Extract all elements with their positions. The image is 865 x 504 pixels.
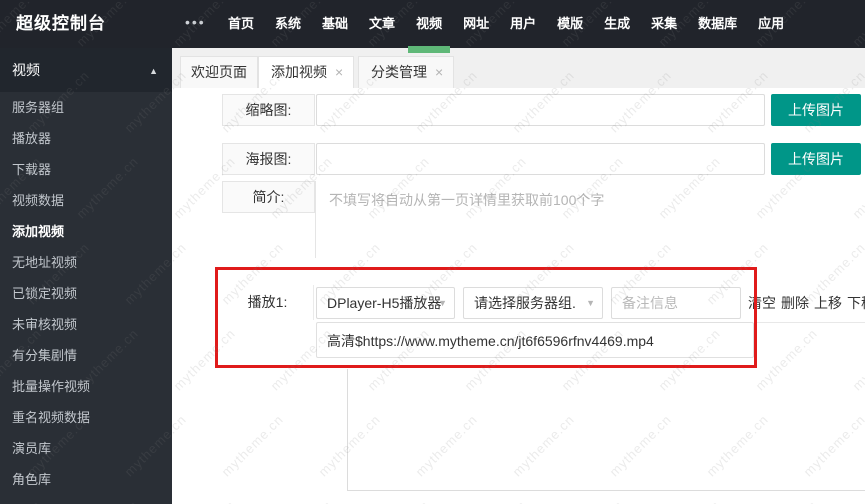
player-select-value: DPlayer-H5播放器 [327,295,442,311]
sidebar-header-video[interactable]: 视频 ▲ [0,48,172,92]
move-down-link[interactable]: 下移 [847,287,865,319]
top-nav: 首页 系统 基础 文章 视频 网址 用户 模版 生成 采集 数据库 应用 [228,0,784,53]
nav-item-basic[interactable]: 基础 [322,0,348,48]
app-title: 超级控制台 [16,14,106,33]
player-row-actions: 清空 删除 上移 下移 [748,287,865,319]
nav-item-user[interactable]: 用户 [510,0,536,48]
nav-item-article[interactable]: 文章 [369,0,395,48]
sidebar-item-episode-plot[interactable]: 有分集剧情 [0,340,172,371]
poster-input[interactable] [316,143,765,175]
intro-divider-line [315,181,316,258]
row-divider-line [757,322,865,323]
nav-item-database[interactable]: 数据库 [698,0,737,48]
nav-item-generate[interactable]: 生成 [604,0,630,48]
sidebar-item-batch-video[interactable]: 批量操作视频 [0,371,172,402]
add-video-form: 缩略图: 上传图片 海报图: 上传图片 简介: 播放1: DPlayer-H5播… [172,88,865,504]
close-icon[interactable]: × [435,64,443,80]
nav-item-video[interactable]: 视频 [408,0,451,53]
nav-item-collect[interactable]: 采集 [651,0,677,48]
table-border-line [347,490,865,491]
intro-textarea[interactable] [317,181,757,257]
move-up-link[interactable]: 上移 [814,287,842,319]
nav-item-app[interactable]: 应用 [758,0,784,48]
sidebar-item-unreviewed-video[interactable]: 未审核视频 [0,309,172,340]
sidebar-item-player[interactable]: 播放器 [0,123,172,154]
sidebar-item-video-data[interactable]: 视频数据 [0,185,172,216]
nav-item-system[interactable]: 系统 [275,0,301,48]
chevron-down-icon: ▼ [586,298,595,308]
tab-category-manage[interactable]: 分类管理 × [358,56,455,88]
tab-add-video-label: 添加视频 [271,64,327,80]
server-group-select-value: 请选择服务器组. [474,295,576,311]
sidebar-item-no-url-video[interactable]: 无地址视频 [0,247,172,278]
sidebar-item-downloader[interactable]: 下载器 [0,154,172,185]
topbar: 超级控制台 ••• 首页 系统 基础 文章 视频 网址 用户 模版 生成 采集 … [0,0,865,53]
sidebar: 视频 ▲ 服务器组 播放器 下载器 视频数据 添加视频 无地址视频 已锁定视频 … [0,48,172,504]
nav-item-template[interactable]: 模版 [557,0,583,48]
intro-label: 简介: [222,181,315,213]
tab-welcome[interactable]: 欢迎页面 [180,56,258,88]
collapse-arrow-icon: ▲ [149,66,158,76]
sidebar-item-locked-video[interactable]: 已锁定视频 [0,278,172,309]
thumbnail-input[interactable] [316,94,765,126]
nav-item-home[interactable]: 首页 [228,0,254,48]
thumbnail-label: 缩略图: [222,94,315,126]
close-icon[interactable]: × [335,64,343,80]
tab-add-video[interactable]: 添加视频 × [258,56,355,89]
player-select[interactable]: DPlayer-H5播放器 ▼ [316,287,455,319]
tab-bar: 欢迎页面 添加视频 × 分类管理 × [172,48,865,89]
nav-item-url[interactable]: 网址 [463,0,489,48]
upload-thumbnail-button[interactable]: 上传图片 [771,94,861,126]
tab-welcome-label: 欢迎页面 [191,64,247,80]
sidebar-item-duplicate-video[interactable]: 重名视频数据 [0,402,172,433]
tab-category-manage-label: 分类管理 [371,64,427,80]
delete-link[interactable]: 删除 [781,287,809,319]
chevron-down-icon: ▼ [438,298,447,308]
sidebar-item-role-library[interactable]: 角色库 [0,464,172,495]
sidebar-item-add-video[interactable]: 添加视频 [0,216,172,247]
player1-label: 播放1: [222,285,314,320]
clear-link[interactable]: 清空 [748,287,776,319]
sidebar-item-server-group[interactable]: 服务器组 [0,92,172,123]
note-input[interactable] [611,287,741,319]
sidebar-item-actor-library[interactable]: 演员库 [0,433,172,464]
sidebar-header-label: 视频 [12,62,40,78]
poster-label: 海报图: [222,143,315,175]
server-group-select[interactable]: 请选择服务器组. ▼ [463,287,603,319]
upload-poster-button[interactable]: 上传图片 [771,143,861,175]
menu-dots-icon[interactable]: ••• [185,0,206,46]
video-url-textarea[interactable]: 高清$https://www.mytheme.cn/jt6f6596rfnv44… [316,322,754,358]
table-border-line [347,369,348,490]
